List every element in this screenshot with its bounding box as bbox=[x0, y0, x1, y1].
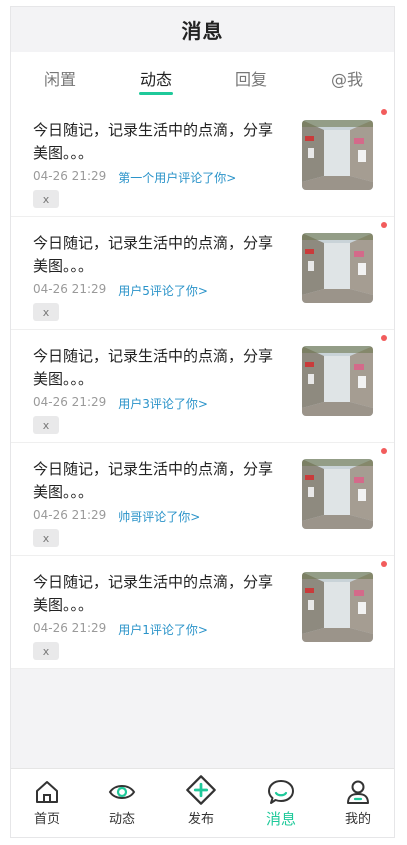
tabbar-label: 发布 bbox=[187, 812, 214, 827]
bottom-tab-bar: 首页 动态 发布 消息 我的 bbox=[11, 768, 394, 837]
tab-label: 回复 bbox=[234, 70, 267, 89]
home-icon bbox=[36, 781, 58, 803]
unread-dot bbox=[381, 109, 387, 115]
tab-reply[interactable]: 回复 bbox=[216, 52, 286, 104]
list-item[interactable]: 今日随记，记录生活中的点滴，分享美图。。。 04-26 21:29 用户5评论了你… bbox=[11, 217, 394, 330]
list-item[interactable]: 今日随记，记录生活中的点滴，分享美图。。。 04-26 21:29 帅哥评论了你>… bbox=[11, 443, 394, 556]
tabbar-item-home[interactable]: 首页 bbox=[17, 769, 77, 837]
unread-dot bbox=[381, 222, 387, 228]
unread-dot bbox=[381, 448, 387, 454]
tab-activity[interactable]: 动态 bbox=[121, 52, 191, 104]
tab-label: 闲置 bbox=[43, 70, 76, 89]
header: 消息 bbox=[11, 7, 394, 52]
tab-label: 动态 bbox=[139, 70, 172, 89]
post-thumbnail[interactable] bbox=[302, 572, 373, 642]
app-frame: 消息 闲置 动态 回复 @我 今日随记，记录生活中的点滴，分享美图。。。 04-… bbox=[10, 6, 395, 838]
post-thumbnail[interactable] bbox=[302, 233, 373, 303]
timestamp: 04-26 21:29 bbox=[33, 395, 107, 409]
tab-idle[interactable]: 闲置 bbox=[25, 52, 95, 104]
post-thumbnail[interactable] bbox=[302, 346, 373, 416]
tabbar-label: 消息 bbox=[265, 810, 296, 828]
tabbar-item-publish[interactable]: 发布 bbox=[171, 769, 231, 837]
timestamp: 04-26 21:29 bbox=[33, 282, 107, 296]
tabbar-label: 我的 bbox=[344, 812, 371, 827]
message-tabs: 闲置 动态 回复 @我 bbox=[11, 52, 394, 104]
post-thumbnail[interactable] bbox=[302, 120, 373, 190]
user-icon bbox=[347, 780, 369, 804]
comment-link[interactable]: 帅哥评论了你> bbox=[118, 508, 200, 525]
list-item[interactable]: 今日随记，记录生活中的点滴，分享美图。。。 04-26 21:29 第一个用户评论… bbox=[11, 104, 394, 217]
tabbar-item-messages[interactable]: 消息 bbox=[251, 769, 311, 837]
publish-plus-icon bbox=[186, 775, 216, 805]
comment-link[interactable]: 第一个用户评论了你> bbox=[118, 169, 236, 186]
timestamp: 04-26 21:29 bbox=[33, 621, 107, 635]
delete-button[interactable]: x bbox=[33, 529, 59, 547]
post-text: 今日随记，记录生活中的点滴，分享美图。。。 bbox=[33, 234, 274, 275]
unread-dot bbox=[381, 561, 387, 567]
comment-link[interactable]: 用户3评论了你> bbox=[118, 395, 208, 412]
message-list: 今日随记，记录生活中的点滴，分享美图。。。 04-26 21:29 第一个用户评论… bbox=[11, 104, 394, 669]
post-text: 今日随记，记录生活中的点滴，分享美图。。。 bbox=[33, 121, 274, 162]
delete-button[interactable]: x bbox=[33, 190, 59, 208]
comment-link[interactable]: 用户5评论了你> bbox=[118, 282, 208, 299]
tab-mentions[interactable]: @我 bbox=[312, 52, 382, 104]
post-text: 今日随记，记录生活中的点滴，分享美图。。。 bbox=[33, 347, 274, 388]
delete-button[interactable]: x bbox=[33, 416, 59, 434]
chat-bubble-icon bbox=[268, 780, 294, 804]
page-title: 消息 bbox=[181, 19, 224, 43]
post-text: 今日随记，记录生活中的点滴，分享美图。。。 bbox=[33, 460, 274, 501]
timestamp: 04-26 21:29 bbox=[33, 169, 107, 183]
delete-button[interactable]: x bbox=[33, 303, 59, 321]
comment-link[interactable]: 用户1评论了你> bbox=[118, 621, 208, 638]
eye-icon bbox=[108, 785, 136, 799]
timestamp: 04-26 21:29 bbox=[33, 508, 107, 522]
tab-label: @我 bbox=[330, 70, 363, 89]
unread-dot bbox=[381, 335, 387, 341]
list-item[interactable]: 今日随记，记录生活中的点滴，分享美图。。。 04-26 21:29 用户3评论了你… bbox=[11, 330, 394, 443]
delete-button[interactable]: x bbox=[33, 642, 59, 660]
post-text: 今日随记，记录生活中的点滴，分享美图。。。 bbox=[33, 573, 274, 614]
list-item[interactable]: 今日随记，记录生活中的点滴，分享美图。。。 04-26 21:29 用户1评论了你… bbox=[11, 556, 394, 669]
tabbar-item-activity[interactable]: 动态 bbox=[92, 769, 152, 837]
tabbar-item-profile[interactable]: 我的 bbox=[328, 769, 388, 837]
tabbar-label: 动态 bbox=[108, 812, 135, 827]
tabbar-label: 首页 bbox=[33, 812, 60, 827]
post-thumbnail[interactable] bbox=[302, 459, 373, 529]
active-tab-indicator bbox=[139, 92, 173, 95]
